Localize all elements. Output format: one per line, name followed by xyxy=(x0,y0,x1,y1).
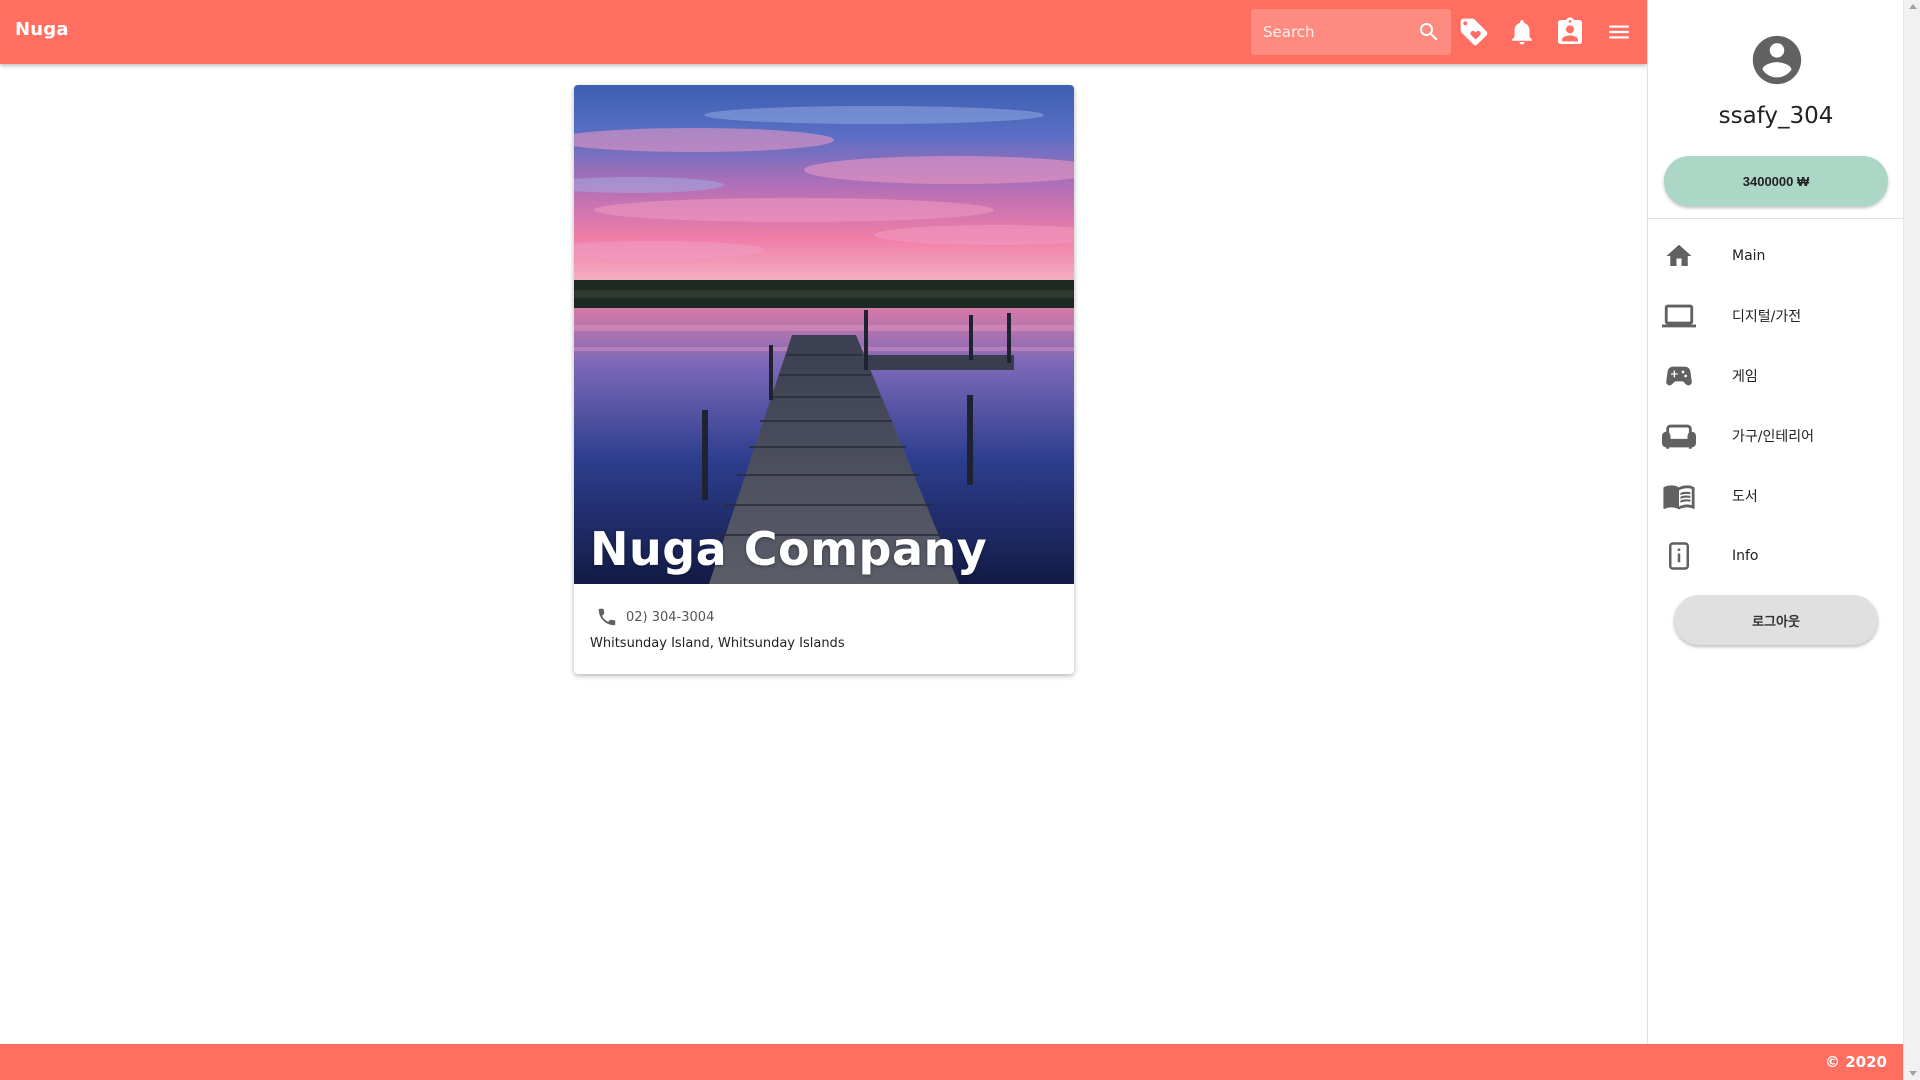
account-circle-icon[interactable] xyxy=(1748,31,1806,89)
notifications-button[interactable] xyxy=(1504,14,1540,50)
nav-item-books[interactable]: 도서 xyxy=(1648,466,1904,526)
drawer-nav: Main 디지털/가전 게임 가구/인테리어 도서 Info xyxy=(1648,226,1904,586)
nav-drawer: ssafy_304 3400000 ₩ Main 디지털/가전 게임 가구/인테… xyxy=(1647,0,1904,1044)
app: Nuga Search Nuga Company 02) 304-3004 Wh… xyxy=(0,0,1920,1080)
nav-item-game[interactable]: 게임 xyxy=(1648,346,1904,406)
nav-item-furniture[interactable]: 가구/인테리어 xyxy=(1648,406,1904,466)
balance-button[interactable]: 3400000 ₩ xyxy=(1664,156,1888,206)
copyright-text: © 2020 xyxy=(1825,1053,1887,1071)
card-details: 02) 304-3004 Whitsunday Island, Whitsund… xyxy=(574,584,1074,651)
company-address: Whitsunday Island, Whitsunday Islands xyxy=(590,636,845,651)
profile-card-button[interactable] xyxy=(1552,14,1588,50)
footer: © 2020 xyxy=(0,1044,1920,1080)
nav-label-books: 도서 xyxy=(1732,489,1758,505)
bell-icon xyxy=(1512,20,1532,45)
phone-number: 02) 304-3004 xyxy=(626,609,715,625)
assignment-ind-icon xyxy=(1558,17,1582,44)
nav-label-digital: 디지털/가전 xyxy=(1732,309,1802,325)
nav-label-game: 게임 xyxy=(1732,369,1758,385)
scroll-up-icon[interactable] xyxy=(1909,4,1917,9)
sunset-lake-dock-photo xyxy=(574,85,1074,584)
gamepad-icon xyxy=(1661,358,1697,394)
main-content: Nuga Company 02) 304-3004 Whitsunday Isl… xyxy=(0,64,1647,1044)
laptop-icon xyxy=(1661,298,1697,334)
tag-heart-icon xyxy=(1460,18,1488,46)
home-icon xyxy=(1661,238,1697,274)
card-image: Nuga Company xyxy=(574,85,1074,584)
search-box[interactable] xyxy=(1251,9,1451,55)
book-icon xyxy=(1661,478,1697,514)
phone-icon xyxy=(598,608,616,626)
search-icon[interactable] xyxy=(1417,20,1441,44)
drawer-divider xyxy=(1648,218,1904,219)
menu-icon xyxy=(1609,25,1629,39)
company-name: Nuga Company xyxy=(590,522,988,576)
info-icon xyxy=(1661,538,1697,574)
sofa-icon xyxy=(1661,418,1697,454)
company-card: Nuga Company 02) 304-3004 Whitsunday Isl… xyxy=(574,85,1074,674)
menu-button[interactable] xyxy=(1601,14,1637,50)
nav-item-info[interactable]: Info xyxy=(1648,526,1904,586)
brand-title[interactable]: Nuga xyxy=(15,19,69,40)
nav-label-main: Main xyxy=(1732,248,1766,264)
username: ssafy_304 xyxy=(1718,103,1834,129)
logout-button[interactable]: 로그아웃 xyxy=(1674,595,1878,645)
scroll-down-icon[interactable] xyxy=(1909,1071,1917,1076)
search-input[interactable] xyxy=(1251,23,1411,41)
phone-row: 02) 304-3004 xyxy=(590,606,1058,628)
nav-label-info: Info xyxy=(1732,548,1759,564)
nav-label-furniture: 가구/인테리어 xyxy=(1732,429,1814,445)
nav-item-main[interactable]: Main xyxy=(1648,226,1904,286)
nav-item-digital[interactable]: 디지털/가전 xyxy=(1648,286,1904,346)
app-bar: Nuga xyxy=(0,0,1647,64)
tag-heart-button[interactable] xyxy=(1456,14,1492,50)
page-scrollbar[interactable] xyxy=(1903,0,1920,1080)
